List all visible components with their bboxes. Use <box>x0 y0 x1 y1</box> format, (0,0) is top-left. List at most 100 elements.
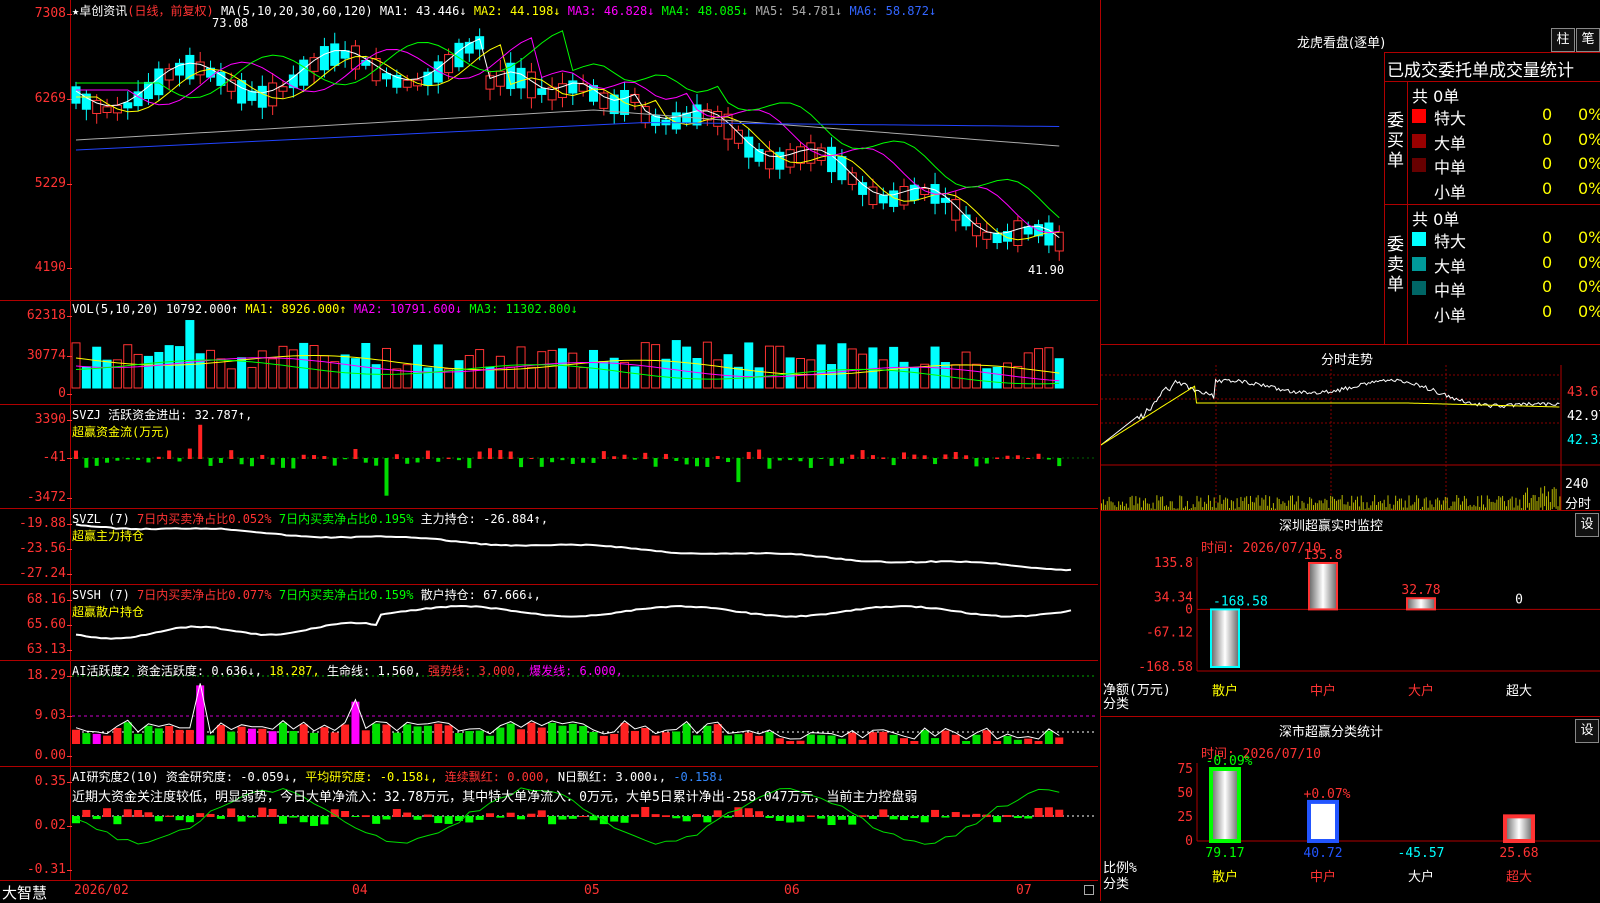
flow-bar <box>881 457 886 459</box>
activity-bar <box>372 723 381 744</box>
intraday-vol-bar <box>1297 495 1299 511</box>
ai-research-panel[interactable]: 0.35 0.02 -0.31 AI研究度2(10) 资金研究度: -0.059… <box>0 766 1098 880</box>
activity-bar <box>506 723 515 744</box>
intraday-vol-bar <box>1240 496 1242 511</box>
tick-mode-button[interactable]: 笔 <box>1576 28 1600 52</box>
candle <box>878 194 888 204</box>
ai1-d: 强势线: 3.000, <box>428 664 522 678</box>
intraday-vol-bar <box>1265 495 1267 511</box>
intraday-vol-bar <box>1486 495 1488 511</box>
flow-bar <box>291 458 296 469</box>
intraday-vol-bar <box>1544 486 1546 507</box>
svsh-panel[interactable]: 68.16 65.60 63.13 SVSH (7) 7日内买卖净占比0.077… <box>0 584 1098 661</box>
category-label: 大户 <box>1408 683 1434 699</box>
stock-name: 卓创资讯 <box>79 4 128 18</box>
dragon-tiger-panel: 龙虎看盘(逐单) 柱 笔 已成交委托单成交量统计 委买单 共 0单 特大 0 0% 大… <box>1100 0 1600 345</box>
intraday-vol-bar <box>1139 497 1141 511</box>
research-bar <box>610 816 619 822</box>
sz-stats-panel[interactable]: 深市超赢分类统计 设 时间: 2026/07/10 75 50 25 0 -0.09% 7… <box>1100 716 1600 901</box>
flow-bar <box>736 458 741 483</box>
svzl-panel[interactable]: -19.88 -23.56 -27.24 SVZL (7) 7日内买卖净占比0.… <box>0 508 1098 585</box>
intraday-vol-bar <box>1408 495 1410 511</box>
candlestick-chart[interactable] <box>0 0 1098 300</box>
ai1-b: 18.287, <box>269 664 320 678</box>
svsh-subtitle: 超赢散户持仓 <box>72 605 145 619</box>
flow-bar <box>726 458 731 463</box>
activity-bar <box>1024 738 1033 744</box>
volume-bar <box>340 354 350 389</box>
net-bar <box>1210 608 1240 668</box>
volume-bar <box>402 364 412 389</box>
flow-bar <box>695 458 699 467</box>
activity-bar <box>475 730 484 744</box>
volume-bar <box>454 360 464 389</box>
activity-bar <box>382 724 391 744</box>
intraday-vol-bar <box>1542 493 1544 511</box>
intraday-vol-bar <box>1332 496 1334 511</box>
flow-bar <box>1026 457 1031 459</box>
activity-bar <box>558 725 567 744</box>
activity-bar <box>858 739 867 744</box>
volume-bar <box>71 342 81 389</box>
order-pct: 0% <box>1578 252 1600 272</box>
volume-bar <box>526 366 536 389</box>
intraday-chart[interactable] <box>1101 345 1600 511</box>
flow-bar <box>777 458 782 461</box>
intraday-vol-bar <box>1498 496 1500 511</box>
flow-bar <box>239 458 244 465</box>
vol-ma3: MA3: 11302.800↓ <box>469 302 578 316</box>
research-bar <box>506 812 515 817</box>
activity-bar <box>279 722 287 744</box>
lock-icon[interactable] <box>1084 885 1094 895</box>
order-type-label: 小单 <box>1434 305 1467 325</box>
volume-bar <box>268 358 278 389</box>
intraday-vol-bar <box>1309 497 1311 511</box>
activity-bar <box>227 731 236 744</box>
activity-bar <box>889 734 898 744</box>
research-bar <box>703 816 712 823</box>
candle <box>827 146 837 173</box>
ai2-a: 资金研究度: -0.059↓, <box>165 770 299 784</box>
volume-bar <box>185 320 195 389</box>
candle <box>278 86 288 92</box>
activity-bar <box>900 738 908 744</box>
activity-bar <box>982 730 991 744</box>
period-label[interactable]: (日线，前复权) <box>127 4 213 18</box>
research-bar <box>496 816 505 818</box>
research-bar <box>931 809 940 817</box>
ratio-chart[interactable]: 75 50 25 0 -0.09% 79.17 散户 +0.07% 40.72 中户 -45.57 大… <box>1101 717 1600 901</box>
research-bar <box>113 816 122 825</box>
net-bar <box>1308 562 1338 611</box>
activity-bar <box>868 732 877 744</box>
activity-bar <box>113 728 122 744</box>
svzj-panel[interactable]: 3390 -41 -3472 SVZJ 活跃资金进出: 32.787↑, 超赢资… <box>0 404 1098 509</box>
x-label: 2026/02 <box>74 883 129 898</box>
activity-bar <box>703 725 712 744</box>
flow-bar <box>715 456 720 459</box>
intraday-vol-bar <box>1500 497 1502 511</box>
buy-total: 共 0单 <box>1412 87 1460 106</box>
sz-monitor-panel[interactable]: 深圳超赢实时监控 设 时间: 2026/07/10 135.8 34.34 0 -67… <box>1100 510 1600 717</box>
volume-panel[interactable]: 62318 30774 0 VOL(5,10,20) 10792.000↑ MA… <box>0 300 1098 405</box>
flow-bar <box>343 458 348 460</box>
activity-bar <box>206 735 215 744</box>
activity-bar <box>486 735 494 744</box>
kline-panel[interactable]: 7308 6269 5229 4190 ★卓创资讯(日线，前复权) MA(5,1… <box>0 0 1098 301</box>
activity-bar <box>775 738 784 744</box>
volume-bar <box>247 366 257 389</box>
kline-header: ★卓创资讯(日线，前复权) MA(5,10,20,30,60,120) MA1:… <box>72 2 936 19</box>
flow-bar <box>570 458 575 464</box>
vol-value: 10792.000↑ <box>165 302 239 316</box>
net-amount-chart[interactable]: 135.834.340-67.12-168.58-168.58散户135.8中户… <box>1101 511 1600 717</box>
order-stats-title: 已成交委托单成交量统计 <box>1387 61 1574 81</box>
activity-bar <box>744 732 753 744</box>
ai-activity-panel[interactable]: 18.29 9.03 0.00 AI活跃度2 资金活跃度: 0.636↓, 18… <box>0 660 1098 767</box>
svsh-title: SVSH (7) <box>72 588 130 602</box>
bar-mode-button[interactable]: 柱 <box>1551 28 1575 52</box>
research-bar <box>527 813 536 817</box>
candle <box>340 50 350 59</box>
flow-bar <box>394 454 399 459</box>
activity-bar <box>103 735 112 744</box>
intraday-panel[interactable]: 分时走势 43.61 42.97 42.33 240 分时 <box>1100 344 1600 512</box>
research-bar <box>341 810 350 817</box>
